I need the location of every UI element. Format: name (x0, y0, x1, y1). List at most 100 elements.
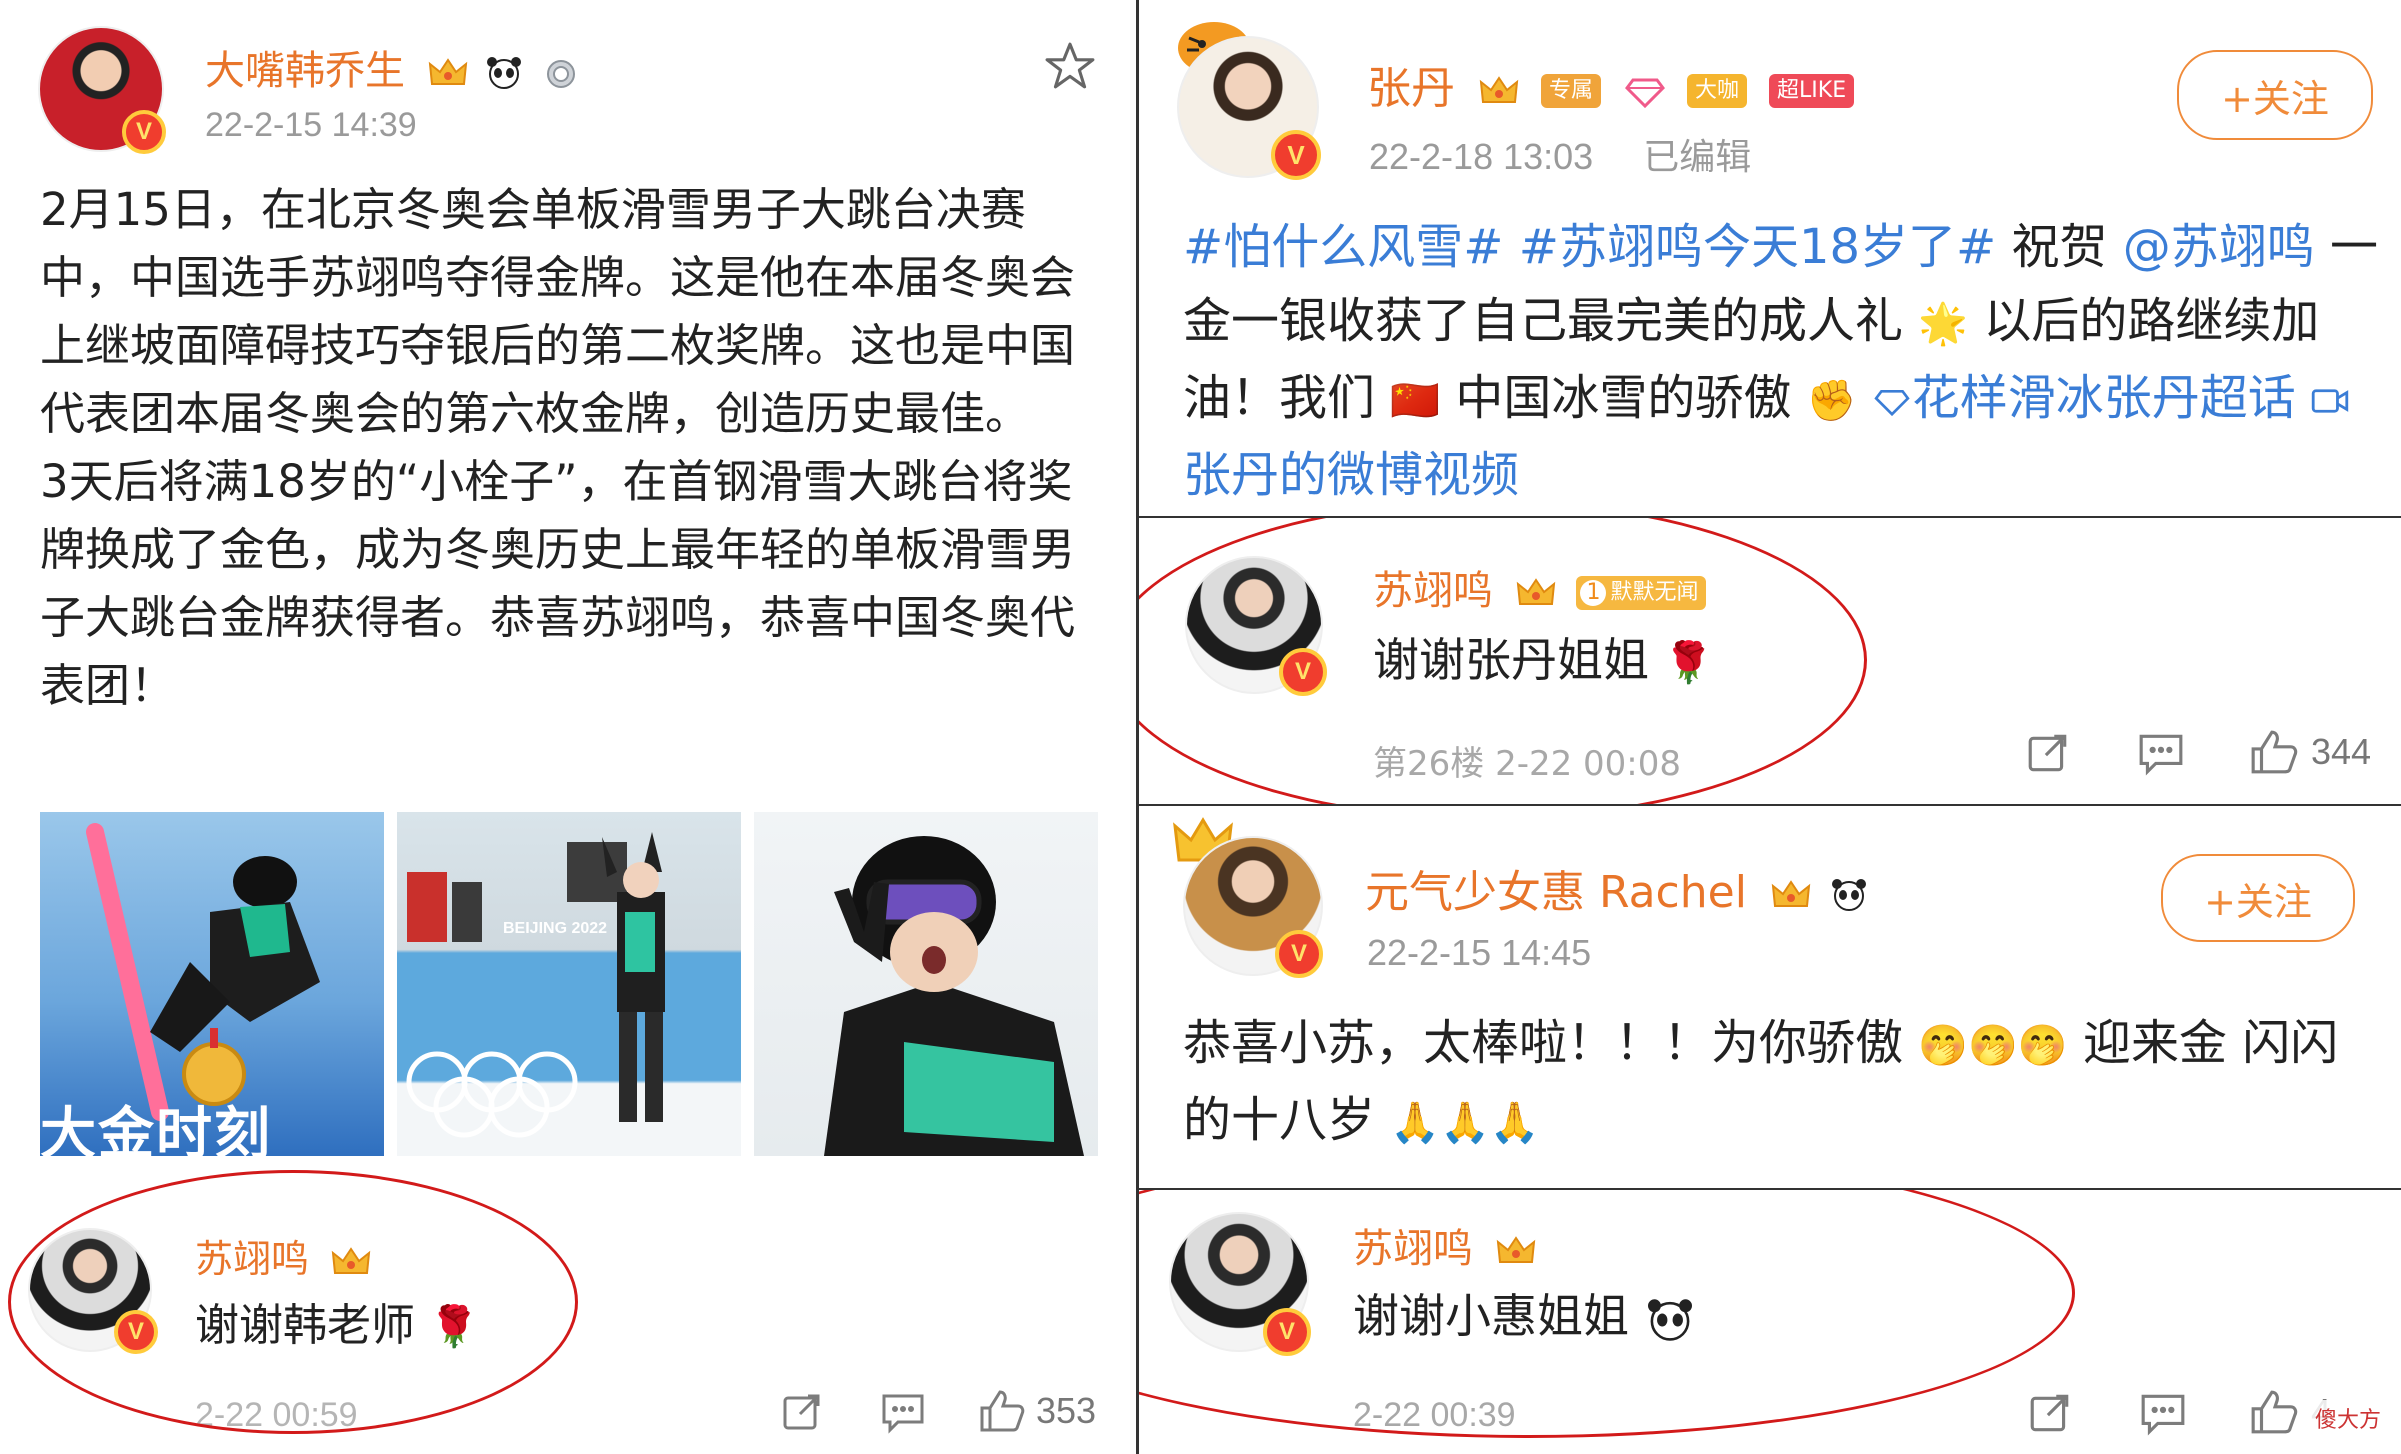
verified-v-icon: V (1275, 930, 1323, 978)
share-button[interactable] (2027, 1390, 2073, 1436)
diamond-icon (1874, 389, 1910, 417)
like-icon (2251, 1390, 2298, 1434)
crown-icon (428, 58, 467, 85)
reply-time: 2-22 00:59 (195, 1396, 358, 1434)
post-photo-3[interactable] (754, 812, 1098, 1156)
author-name[interactable]: 元气少女惠 Rachel (1365, 856, 1869, 920)
verified-v-icon: V (122, 110, 166, 154)
tag-bigshot: 大咖 (1687, 74, 1748, 108)
watermark: 傻大方 (2309, 1400, 2388, 1436)
video-link-text[interactable]: 张丹的微博视频 (1183, 447, 1519, 503)
crown-icon (1496, 1236, 1535, 1263)
venue-sign: BEIJING 2022 (503, 920, 608, 937)
super-topic-text[interactable]: 花样滑冰张丹超话 (1912, 370, 2296, 426)
diamond-icon (1625, 78, 1665, 108)
super-topic-link[interactable]: 花样滑冰张丹超话 (1872, 370, 2311, 426)
star-sparkle-icon: 🌟 (1918, 301, 1969, 347)
medal-icon (547, 60, 576, 88)
rose-icon: 🌹 (429, 1304, 479, 1350)
panda-icon (1647, 1298, 1692, 1341)
like-button[interactable]: 353 (978, 1388, 1096, 1434)
topic-link[interactable]: #苏翊鸣今天18岁了# (1519, 219, 1997, 275)
comment-icon (2141, 1394, 2185, 1436)
reply-text: 谢谢小惠姐姐 (1353, 1282, 1696, 1350)
follow-button[interactable]: +关注 (2177, 50, 2373, 140)
comment-button[interactable] (2139, 1390, 2187, 1436)
comment-icon (2139, 734, 2183, 776)
reply-author[interactable]: 苏翊鸣 (1353, 1216, 1536, 1274)
china-flag-icon: 🇨🇳 (1390, 378, 1441, 424)
verified-v-icon: V (1271, 130, 1321, 180)
video-icon (2311, 389, 2349, 413)
post-timestamp: 22-2-15 14:45 (1367, 932, 1592, 973)
post-body: #怕什么风雪# #苏翊鸣今天18岁了# 祝贺 @苏翊鸣 一金一银收获了自己最完美… (1183, 210, 2383, 512)
crown-icon (1479, 76, 1519, 103)
rose-icon: 🌹 (1663, 640, 1714, 686)
comment-button[interactable] (2137, 730, 2185, 776)
like-icon (2251, 730, 2298, 774)
like-button[interactable]: 344 (2249, 728, 2371, 776)
post-body: 恭喜小苏，太棒啦！！！为你骄傲 🤭🤭🤭 迎来金 闪闪的十八岁 🙏🙏🙏 (1183, 1006, 2383, 1160)
reply-floor-time: 第26楼 2-22 00:08 (1373, 744, 1682, 784)
author-name-text[interactable]: 张丹 (1367, 63, 1455, 114)
reply-text: 谢谢韩老师 🌹 (195, 1292, 479, 1361)
post-photo-2[interactable]: BEIJING 2022 (397, 812, 741, 1156)
right-post-1-panel: V 张丹 专属 大咖 超LIKE 22-2-18 13:03 已编辑 +关注 #… (1139, 0, 2401, 516)
body-text: 祝贺 (1996, 219, 2123, 275)
comment-icon (882, 1394, 924, 1434)
athlete-closeup-graphic (824, 836, 1084, 1156)
like-count: 353 (1036, 1390, 1097, 1431)
panda-icon (487, 57, 522, 89)
left-post-panel: V 大嘴韩乔生 22-2-15 14:39 2月15日，在北京冬奥会单板滑雪男子… (0, 0, 1136, 1454)
follow-button[interactable]: +关注 (2161, 854, 2355, 942)
panda-icon (1831, 879, 1866, 911)
like-count: 344 (2311, 731, 2372, 772)
verified-v-icon: V (1263, 1308, 1311, 1356)
reply-author[interactable]: 苏翊鸣 (195, 1228, 371, 1283)
post-timestamp: 22-2-18 13:03 (1369, 136, 1594, 177)
post-paragraph-2: 3天后将满18岁的“小栓子”，在首钢滑雪大跳台将奖牌换成了金色，成为冬奥历史上最… (40, 455, 1076, 712)
podium-graphic (406, 832, 665, 1138)
comment-button[interactable] (880, 1390, 926, 1434)
crown-icon (331, 1246, 371, 1274)
reply-author-text[interactable]: 苏翊鸣 (1353, 1226, 1473, 1272)
body-text: 恭喜小苏，太棒啦！！！为你骄傲 (1183, 1015, 1904, 1071)
share-icon (2028, 734, 2067, 772)
reply-text-content: 谢谢小惠姐姐 (1353, 1289, 1629, 1343)
reply-1-panel: V 苏翊鸣 1 默默无闻 谢谢张丹姐姐 🌹 第26楼 2-22 00:08 344 (1139, 518, 2401, 804)
edited-label: 已编辑 (1643, 136, 1752, 177)
share-button[interactable] (780, 1390, 824, 1434)
post-photo-1[interactable]: 大金时刻 (40, 812, 384, 1156)
photo-caption: 大金时刻 (40, 1102, 272, 1156)
topic-link[interactable]: #怕什么风雪# (1183, 219, 1503, 275)
author-name-text[interactable]: 元气少女惠 Rachel (1365, 867, 1747, 918)
fan-badge-level: 1 (1580, 580, 1607, 606)
reply-author-text[interactable]: 苏翊鸣 (195, 1237, 309, 1281)
share-button[interactable] (2025, 730, 2071, 776)
tag-superlike: 超LIKE (1769, 74, 1855, 108)
mention-link[interactable]: @苏翊鸣 (2123, 219, 2315, 275)
post-timestamp: 22-2-15 14:39 (205, 106, 417, 144)
crown-icon (1516, 578, 1555, 605)
reply-author-text[interactable]: 苏翊鸣 (1373, 568, 1493, 614)
like-icon (980, 1390, 1025, 1432)
verified-v-icon: V (114, 1310, 158, 1354)
fan-badge-text: 默默无闻 (1610, 580, 1699, 605)
crown-icon (1771, 880, 1811, 907)
shy-face-icon: 🤭🤭🤭 (1918, 1023, 2068, 1069)
author-name-text[interactable]: 大嘴韩乔生 (205, 48, 405, 94)
reply-author[interactable]: 苏翊鸣 1 默默无闻 (1373, 558, 1707, 616)
bunny-hands-icon: 🙏🙏🙏 (1390, 1100, 1540, 1146)
reply-text-content: 谢谢张丹姐姐 (1373, 633, 1649, 687)
verified-v-icon: V (1279, 648, 1327, 696)
share-icon (783, 1394, 820, 1430)
author-name[interactable]: 大嘴韩乔生 (205, 38, 581, 96)
share-icon (2030, 1394, 2069, 1432)
reply-text: 谢谢张丹姐姐 🌹 (1373, 626, 1713, 697)
tag-exclusive: 专属 (1541, 74, 1602, 108)
reply-time: 2-22 00:39 (1353, 1396, 1516, 1434)
star-icon[interactable] (1044, 40, 1096, 92)
author-name[interactable]: 张丹 专属 大咖 超LIKE (1367, 52, 1855, 116)
post-paragraph-1: 2月15日，在北京冬奥会单板滑雪男子大跳台决赛中，中国选手苏翊鸣夺得金牌。这是他… (40, 183, 1076, 440)
body-text: 迎来金 (2082, 1015, 2227, 1071)
